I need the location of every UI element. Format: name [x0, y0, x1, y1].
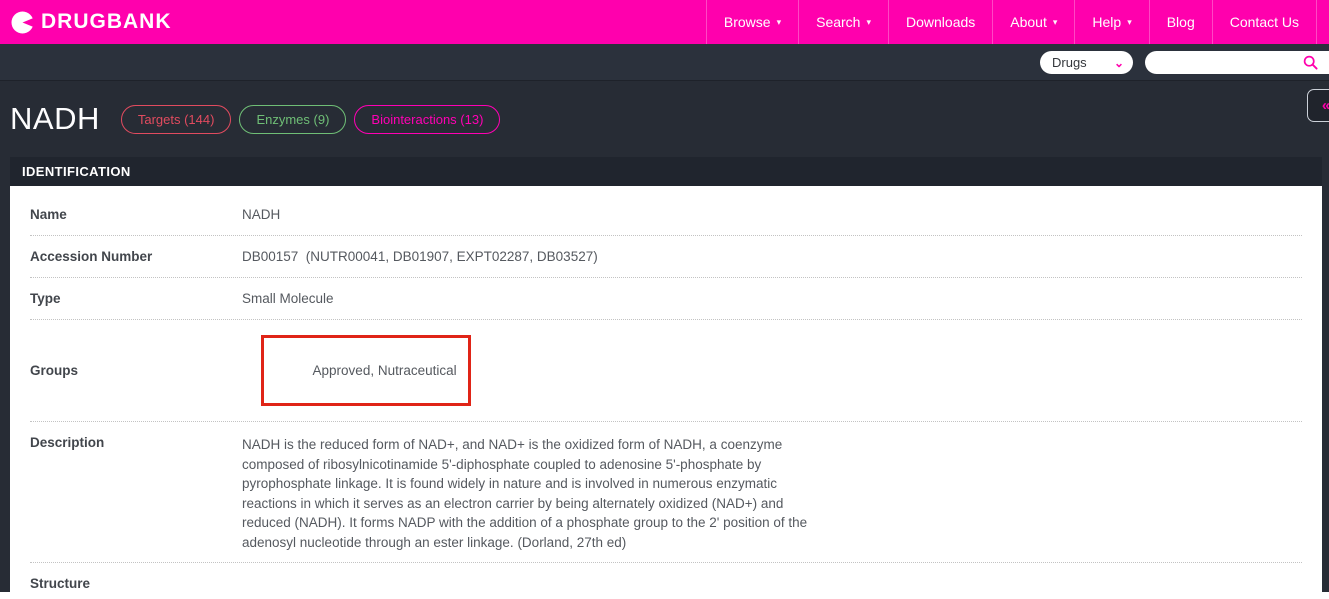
annotation-highlight-box: Approved, Nutraceutical [261, 335, 471, 406]
field-label: Type [30, 291, 242, 306]
drugbank-logo[interactable]: DRUGBANK [10, 0, 172, 44]
nav-item-browse[interactable]: Browse ▾ [706, 0, 798, 44]
search-category-select[interactable]: Drugs ⌄ [1040, 51, 1133, 74]
dropdown-caret-icon: ▾ [1127, 17, 1132, 28]
section-header-identification: IDENTIFICATION [10, 157, 1322, 186]
summary-pill-row: Targets (144) Enzymes (9) Biointeraction… [121, 105, 501, 134]
dropdown-caret-icon: ▾ [777, 17, 782, 28]
field-value: Approved, Nutraceutical [313, 363, 457, 378]
page-body: NADH Targets (144) Enzymes (9) Biointera… [0, 80, 1329, 592]
nav-item-about[interactable]: About ▾ [992, 0, 1074, 44]
search-subbar: Drugs ⌄ [0, 44, 1329, 80]
search-category-value: Drugs [1052, 55, 1087, 70]
dropdown-caret-icon: ▾ [1053, 17, 1058, 28]
field-label: Name [30, 207, 242, 222]
nav-item-search[interactable]: Search ▾ [798, 0, 888, 44]
drugbank-logo-icon [10, 10, 35, 35]
nav-item-blog[interactable]: Blog [1149, 0, 1212, 44]
page-title: NADH [10, 101, 100, 137]
pill-targets[interactable]: Targets (144) [121, 105, 232, 134]
field-value: Small Molecule [242, 291, 334, 306]
nav-item-downloads[interactable]: Downloads [888, 0, 992, 44]
field-row-accession-number: Accession Number DB00157 (NUTR00041, DB0… [30, 236, 1302, 278]
search-input[interactable] [1145, 51, 1329, 74]
drugbank-logo-text: DRUGBANK [41, 10, 172, 34]
field-value: DB00157 (NUTR00041, DB01907, EXPT02287, … [242, 249, 598, 264]
field-label: Groups [30, 363, 242, 378]
collapse-sidebar-button[interactable]: « [1307, 89, 1329, 122]
field-row-description: Description NADH is the reduced form of … [30, 422, 1302, 563]
chevron-down-icon: ⌄ [1114, 58, 1124, 68]
field-label: Structure [30, 576, 242, 591]
field-value: NADH [242, 207, 280, 222]
field-row-type: Type Small Molecule [30, 278, 1302, 320]
drug-header: NADH Targets (144) Enzymes (9) Biointera… [10, 81, 1322, 157]
molecule-structure-image [238, 582, 396, 599]
field-label: Description [30, 435, 242, 450]
field-row-groups: Groups Approved, Nutraceutical [30, 320, 1302, 422]
dropdown-caret-icon: ▾ [866, 17, 871, 28]
nav-item-help[interactable]: Help ▾ [1074, 0, 1148, 44]
field-label: Accession Number [30, 249, 242, 264]
field-row-structure: Structure [30, 563, 1302, 599]
pill-biointeractions[interactable]: Biointeractions (13) [354, 105, 500, 134]
field-value: NADH is the reduced form of NAD+, and NA… [242, 435, 820, 552]
pill-enzymes[interactable]: Enzymes (9) [239, 105, 346, 134]
identification-panel: Name NADH Accession Number DB00157 (NUTR… [10, 186, 1322, 592]
nav-item-contact-us[interactable]: Contact Us [1212, 0, 1317, 44]
navbar-menu: Browse ▾ Search ▾ Downloads About ▾ Help… [706, 0, 1329, 44]
top-navbar: DRUGBANK Browse ▾ Search ▾ Downloads Abo… [0, 0, 1329, 44]
search-icon[interactable] [1303, 55, 1318, 70]
field-row-name: Name NADH [30, 194, 1302, 236]
search-field-wrap [1145, 51, 1329, 74]
